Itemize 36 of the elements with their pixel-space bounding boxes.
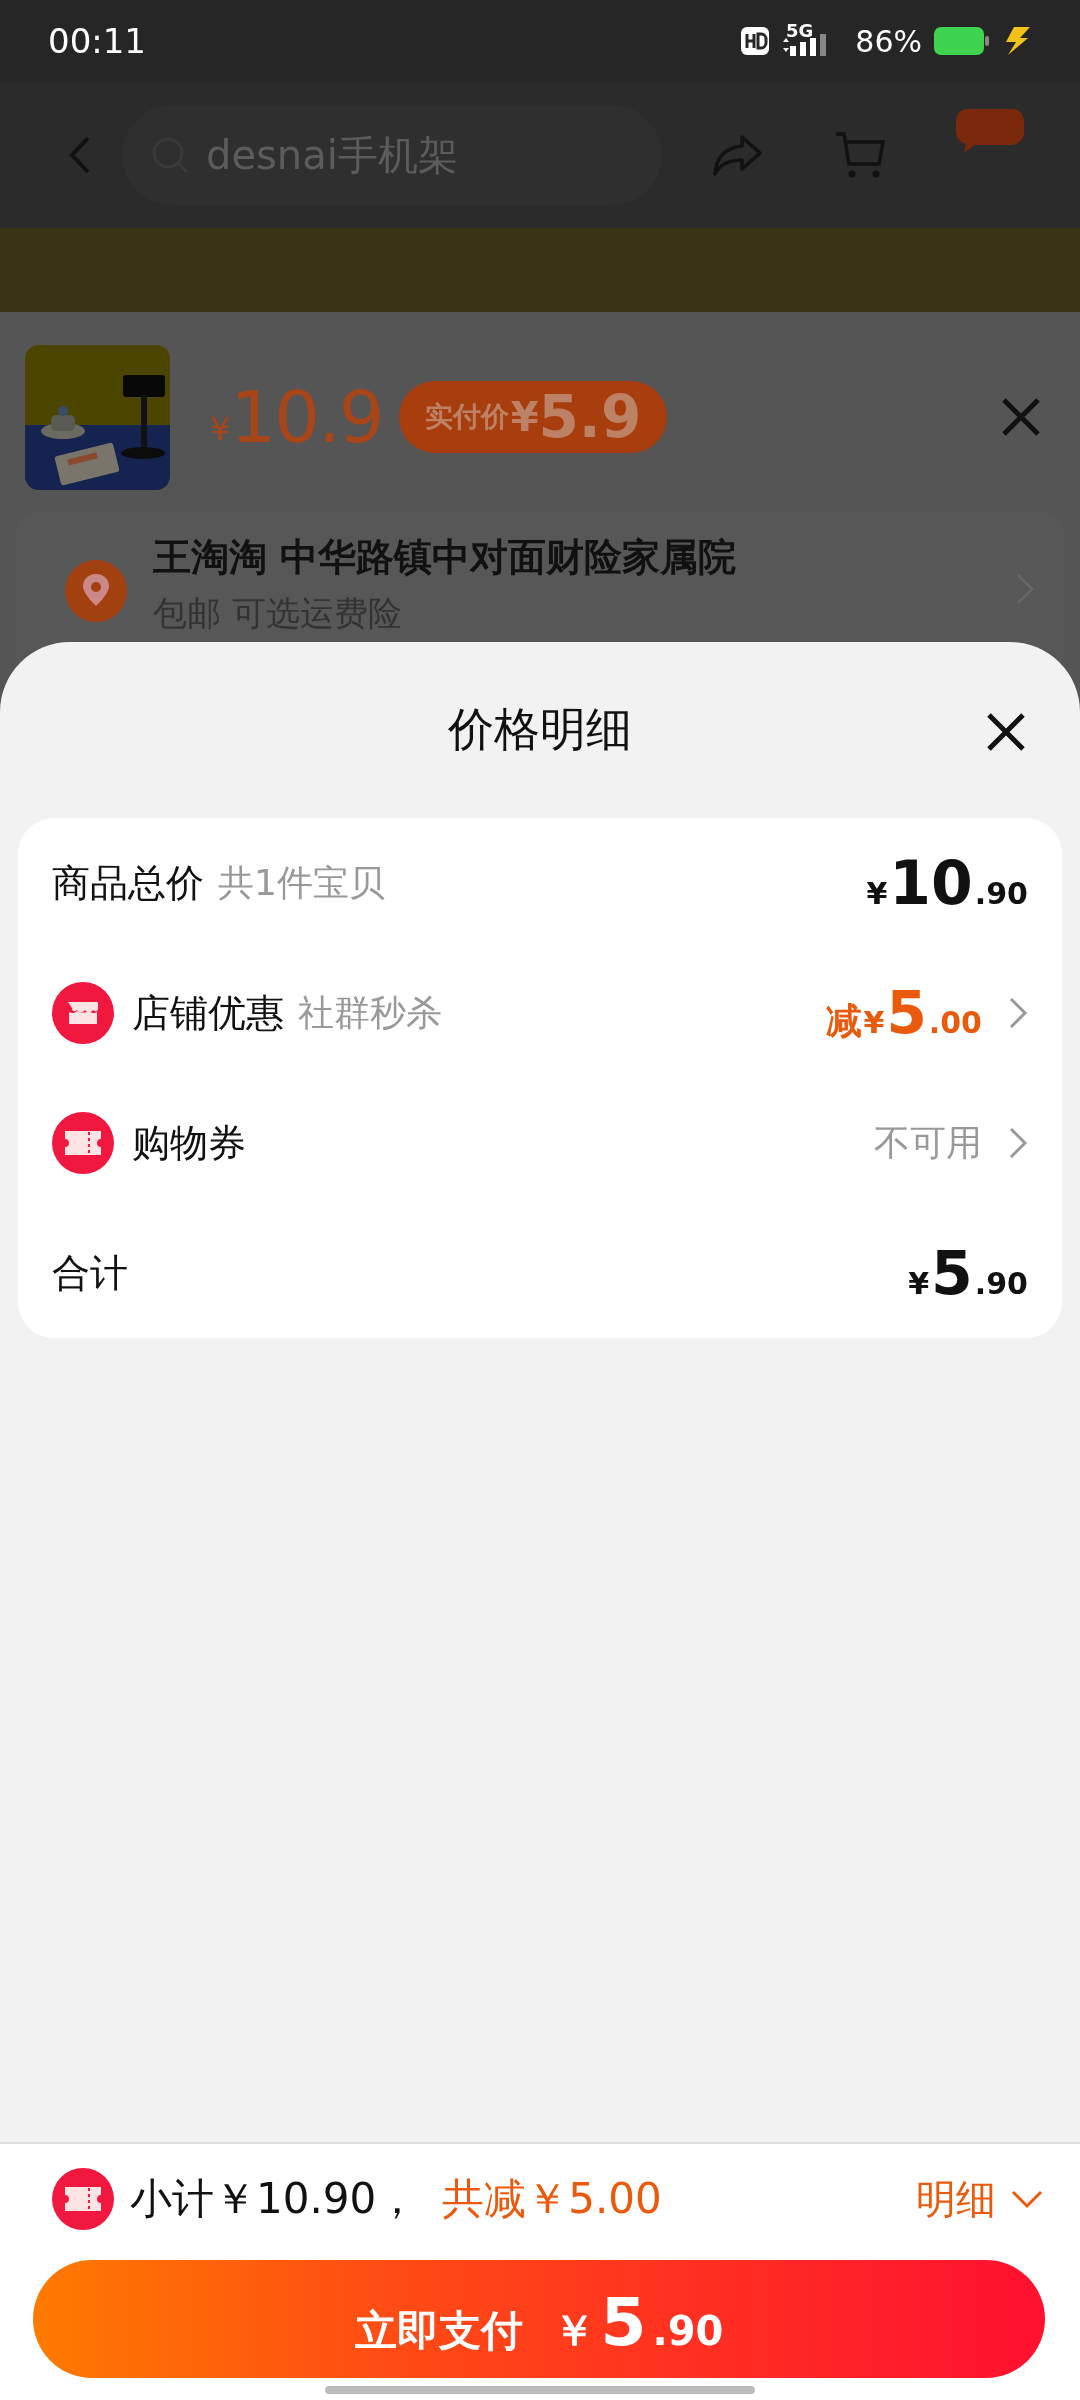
- status-time: 00:11: [48, 21, 146, 61]
- price-value: ¥5.90: [908, 1238, 1028, 1308]
- back-icon[interactable]: [68, 135, 92, 175]
- close-icon: [986, 712, 1026, 752]
- share-icon[interactable]: [712, 133, 764, 177]
- discount-text: 共减￥5.00: [442, 2173, 662, 2225]
- address-name: 王淘淘 中华路镇中对面财险家属院: [153, 534, 737, 581]
- row-note: 社群秒杀: [298, 990, 442, 1035]
- location-pin-icon: [65, 560, 127, 622]
- cart-icon[interactable]: [834, 130, 886, 180]
- row-label: 店铺优惠: [132, 989, 284, 1037]
- close-button[interactable]: [1001, 397, 1041, 437]
- price-value: 减¥5.00: [825, 979, 982, 1047]
- row-label: 合计: [52, 1249, 128, 1297]
- sheet-title: 价格明细: [448, 701, 632, 758]
- currency-symbol: ¥: [210, 410, 231, 448]
- row-note: 共1件宝贝: [218, 860, 385, 905]
- details-toggle[interactable]: 明细: [916, 2171, 1044, 2227]
- price-value: ¥10.90: [866, 848, 1028, 918]
- battery-icon: [934, 27, 990, 55]
- caret-icon: [1010, 2189, 1044, 2209]
- product-price: 10.9: [230, 375, 383, 459]
- row-label: 购物券: [132, 1119, 246, 1167]
- close-icon: [1001, 397, 1041, 437]
- hd-icon: [740, 26, 770, 56]
- chevron-icon: [1008, 1126, 1028, 1160]
- ticket-icon: [63, 1128, 103, 1158]
- row-label: 商品总价: [52, 859, 204, 907]
- battery-percent: 86%: [855, 23, 922, 59]
- subtotal-text: 小计￥10.90，: [130, 2173, 419, 2225]
- ticket-icon: [63, 2184, 103, 2214]
- chevron-icon: [1008, 996, 1028, 1030]
- network-label: 5G: [786, 19, 814, 41]
- actual-price-badge: 实付价¥5.9: [398, 381, 668, 453]
- status-text: 不可用: [874, 1120, 982, 1165]
- pay-now-button[interactable]: 立即支付 ￥5.90: [33, 2260, 1045, 2378]
